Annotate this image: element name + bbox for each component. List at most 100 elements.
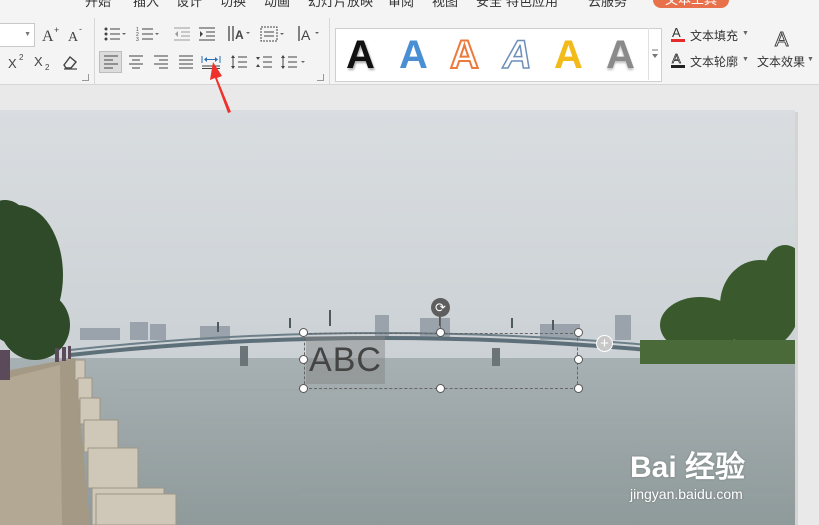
wordart-style-orange-outline[interactable]: A (449, 32, 480, 78)
chevron-down-icon[interactable]: ▼ (742, 30, 749, 37)
align-text-icon (260, 26, 284, 42)
text-outline-label[interactable]: 文本轮廓 (690, 53, 738, 70)
ribbon-tab-bar: 开始 插入 设计 切换 动画 幻灯片放映 审阅 视图 安全 特色应用 云服务 文… (0, 0, 819, 8)
decrease-indent-button[interactable] (172, 23, 192, 45)
wordart-style-black[interactable]: A (346, 33, 375, 77)
resize-handle-bottom[interactable] (436, 384, 445, 393)
wordart-style-blue-outline[interactable]: A (502, 32, 532, 78)
rotate-handle-icon[interactable]: ⟳ (431, 298, 450, 317)
wordart-style-blue[interactable]: A (399, 33, 428, 77)
spacing-options-button[interactable] (279, 51, 309, 73)
bullet-list-icon (104, 27, 126, 41)
resize-handle-bottom-left[interactable] (299, 384, 308, 393)
paragraph-group-expand-icon[interactable] (317, 74, 324, 81)
resize-handle-top[interactable] (436, 328, 445, 337)
svg-text:X: X (8, 56, 17, 71)
ribbon-separator (94, 18, 95, 84)
ribbon-toolbar: ▼ A + A- X2 X2 123 A A A A A A A A A 文本填… (0, 8, 819, 85)
indent-icon (199, 27, 215, 41)
font-group-expand-icon[interactable] (82, 74, 89, 81)
svg-text:A: A (775, 29, 789, 50)
watermark-brand: Bai 经验 (630, 451, 746, 484)
chevron-down-icon[interactable]: ▼ (807, 56, 814, 63)
tab-special-apps[interactable]: 特色应用 (506, 0, 558, 8)
text-outline-icon[interactable]: A (670, 51, 686, 69)
ribbon-separator (329, 18, 330, 84)
align-center-button[interactable] (124, 51, 147, 73)
resize-handle-top-left[interactable] (299, 328, 308, 337)
wordart-gallery-more-button[interactable] (648, 28, 661, 80)
text-direction-icon: A (228, 26, 250, 42)
text-effects-icon[interactable]: A (772, 25, 796, 51)
svg-text:2: 2 (45, 63, 50, 71)
decrease-font-size-button[interactable]: A- (66, 23, 88, 45)
justify-icon (178, 55, 193, 69)
font-size-dropdown[interactable]: ▼ (0, 23, 35, 47)
numbering-button[interactable]: 123 (135, 23, 161, 45)
numbered-list-icon: 123 (136, 27, 159, 42)
svg-text:A: A (301, 27, 311, 43)
eraser-icon (63, 55, 77, 70)
paragraph-spacing-button[interactable] (253, 51, 275, 73)
baidu-jingyan-watermark: Bai 经验 jingyan.baidu.com (625, 436, 785, 516)
increase-font-size-button[interactable]: A + (40, 23, 62, 45)
gallery-expand-icon (652, 49, 658, 58)
tab-transitions[interactable]: 切换 (220, 0, 246, 8)
svg-text:A: A (672, 25, 681, 40)
svg-text:-: - (79, 25, 82, 34)
text-effects-label[interactable]: 文本效果 (757, 53, 805, 70)
quick-add-plus-icon[interactable]: + (596, 335, 613, 352)
text-fill-label[interactable]: 文本填充 (690, 27, 738, 44)
svg-text:A: A (68, 30, 79, 43)
watermark-url: jingyan.baidu.com (630, 486, 743, 502)
resize-handle-top-right[interactable] (574, 328, 583, 337)
svg-text:+: + (54, 25, 59, 35)
tab-insert[interactable]: 插入 (133, 0, 159, 8)
tab-slideshow[interactable]: 幻灯片放映 (308, 0, 373, 8)
resize-handle-bottom-right[interactable] (574, 384, 583, 393)
tab-animations[interactable]: 动画 (264, 0, 290, 8)
svg-text:2: 2 (19, 53, 24, 62)
justify-button[interactable] (174, 51, 197, 73)
svg-text:A: A (235, 28, 244, 42)
resize-handle-right[interactable] (574, 355, 583, 364)
tab-text-tools[interactable]: 文本工具 (653, 0, 730, 8)
paragraph-spacing-icon (256, 56, 272, 68)
font-shrink-icon: A- (68, 25, 82, 43)
svg-text:3: 3 (136, 37, 139, 42)
font-grow-icon: A + (42, 25, 59, 43)
text-fill-icon[interactable]: A (670, 25, 686, 43)
subscript-button[interactable]: X2 (32, 52, 54, 72)
svg-text:A: A (672, 51, 681, 66)
superscript-button[interactable]: X2 (6, 52, 28, 72)
tab-cloud-service[interactable]: 云服务 (588, 0, 627, 8)
resize-handle-left[interactable] (299, 355, 308, 364)
align-left-icon (103, 55, 118, 69)
align-text-button[interactable] (259, 23, 287, 45)
align-right-icon (153, 55, 168, 69)
align-left-button[interactable] (99, 51, 122, 73)
wordart-style-gallery: A A A A A A (335, 28, 662, 82)
tab-view[interactable]: 视图 (432, 0, 458, 8)
wordart-style-gold[interactable]: A (554, 33, 583, 77)
text-orientation-button[interactable]: A (296, 23, 322, 45)
text-orientation-icon: A (298, 26, 319, 43)
bullets-button[interactable] (102, 23, 128, 45)
tab-security[interactable]: 安全 (476, 0, 502, 8)
increase-indent-button[interactable] (197, 23, 217, 45)
text-box-content[interactable]: ABC (306, 336, 385, 384)
clear-formatting-button[interactable] (59, 52, 81, 72)
chevron-down-icon: ▼ (24, 31, 31, 38)
tab-home[interactable]: 开始 (85, 0, 111, 8)
tab-design[interactable]: 设计 (176, 0, 202, 8)
slide-shadow (795, 112, 798, 525)
outdent-icon (174, 27, 190, 41)
svg-text:A: A (42, 28, 54, 43)
chevron-down-icon[interactable]: ▼ (742, 56, 749, 63)
wordart-style-gray[interactable]: A (606, 33, 635, 77)
superscript-icon: X2 (8, 53, 24, 71)
tab-review[interactable]: 审阅 (388, 0, 414, 8)
text-direction-button[interactable]: A (226, 23, 252, 45)
align-right-button[interactable] (149, 51, 172, 73)
annotation-arrow-icon (210, 62, 231, 113)
